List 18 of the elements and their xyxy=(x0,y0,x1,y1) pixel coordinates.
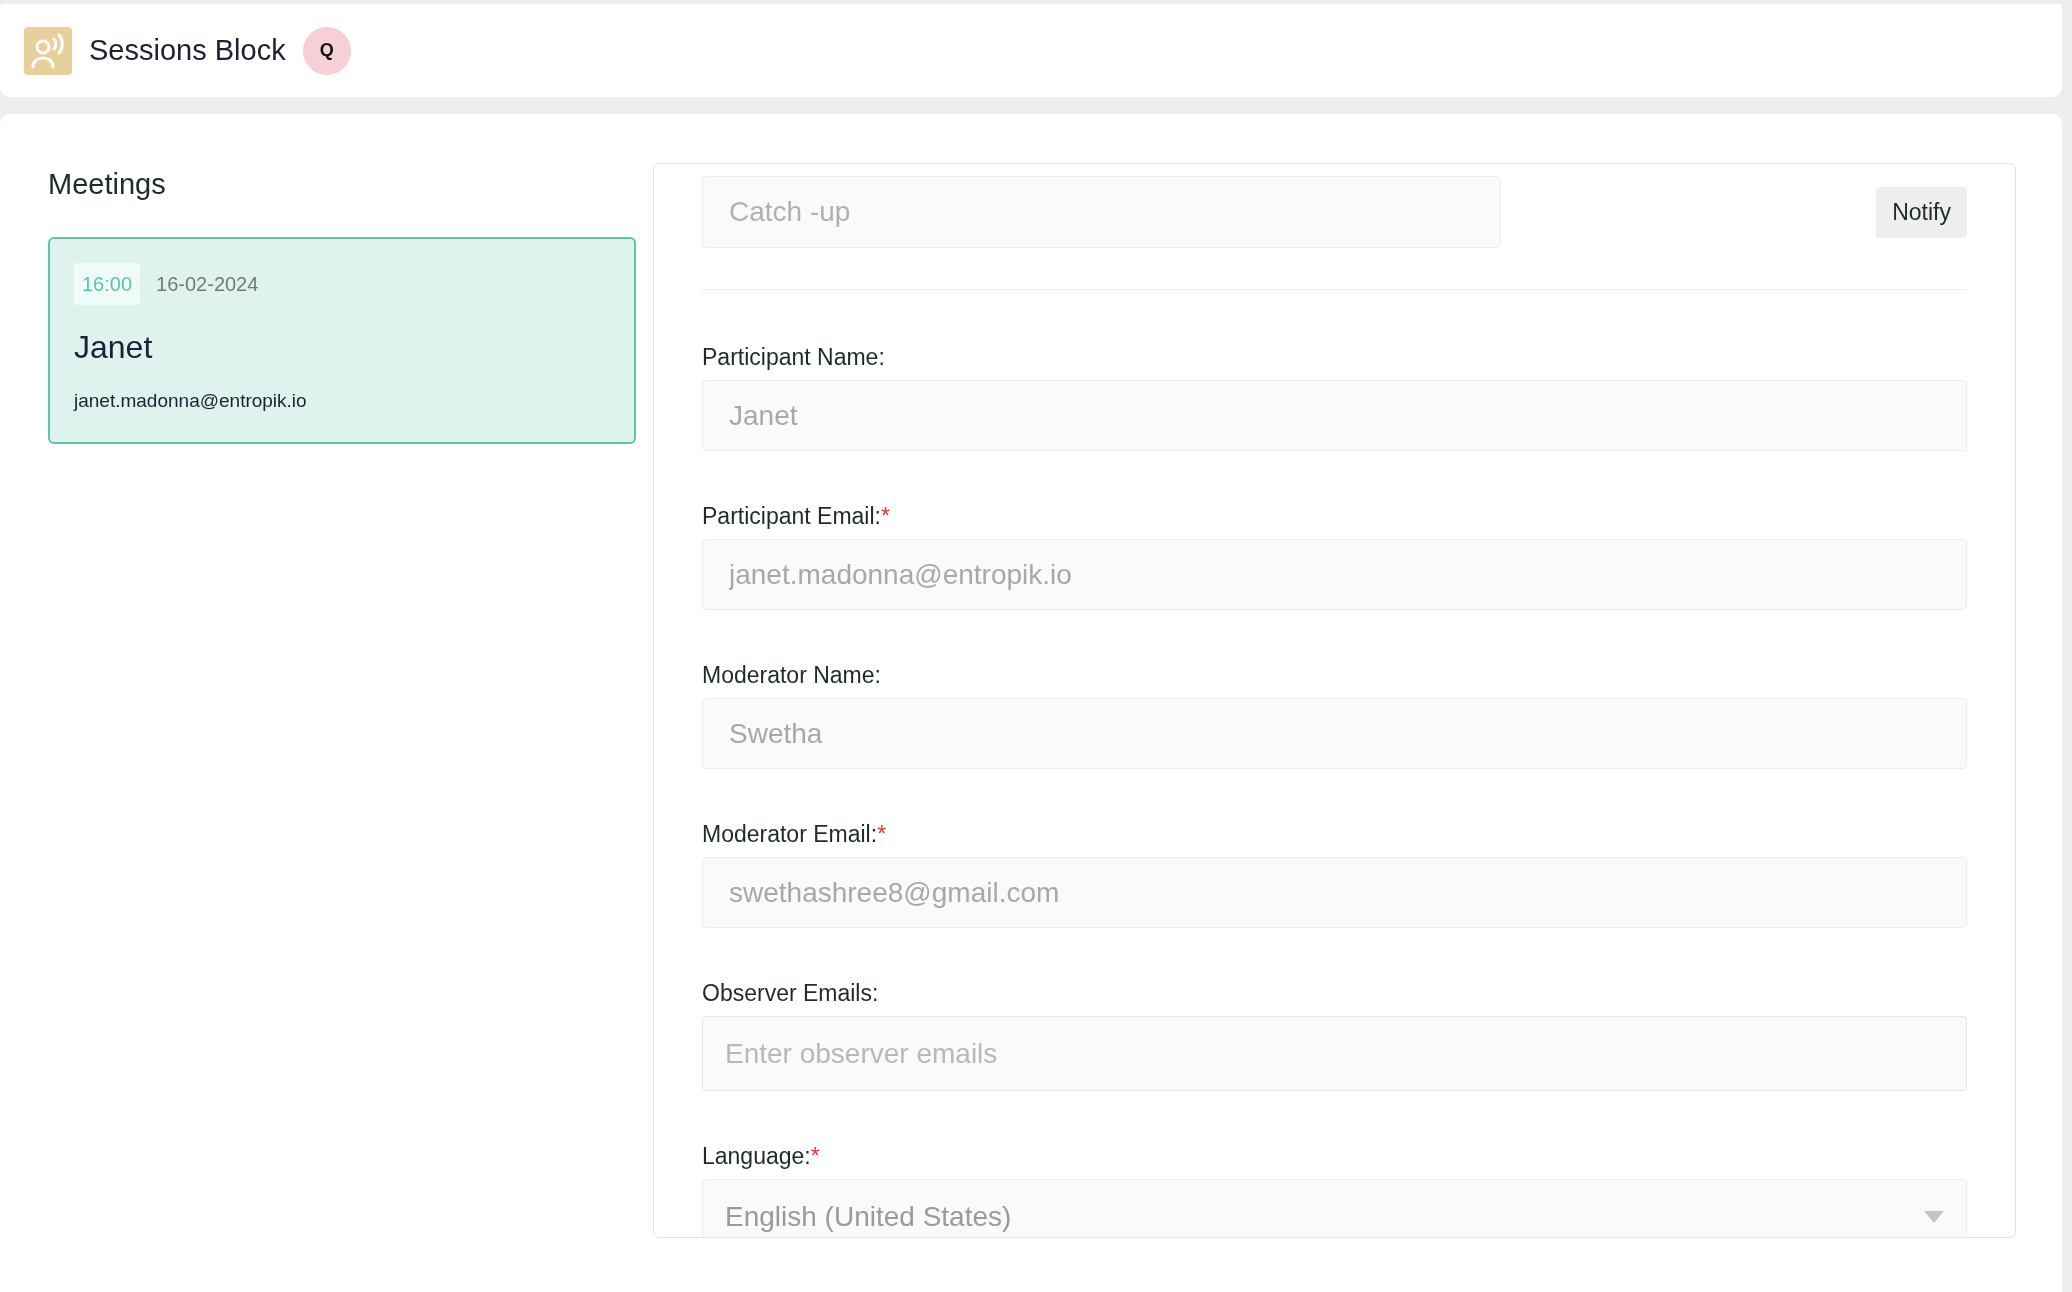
language-select[interactable]: English (United States) xyxy=(702,1179,1967,1237)
app-title: Sessions Block xyxy=(89,32,286,68)
time-badge: 16:00 xyxy=(74,263,141,305)
notify-button[interactable]: Notify xyxy=(1876,186,1967,238)
dropdown-caret-icon xyxy=(1924,1210,1944,1223)
person-broadcast-icon xyxy=(24,26,72,75)
meeting-card[interactable]: 16:00 16-02-2024 Janet janet.madonna@entropik.io xyxy=(48,237,636,444)
field-label: Observer Emails: xyxy=(702,979,880,1008)
meeting-date: 16-02-2024 xyxy=(156,272,259,297)
field-label: Moderator Email:* xyxy=(702,820,888,849)
email-input-field[interactable]: Enter observer emails xyxy=(702,1016,1967,1091)
participant-email: janet.madonna@entropik.io xyxy=(74,389,308,413)
field-label: Participant Name: xyxy=(702,343,886,372)
participant-name: Janet xyxy=(74,328,154,367)
field-label: Participant Email:* xyxy=(702,502,891,531)
user-avatar[interactable]: Q xyxy=(302,26,351,75)
field-label: Language:* xyxy=(702,1142,821,1171)
field-label: Moderator Name: xyxy=(702,661,882,690)
